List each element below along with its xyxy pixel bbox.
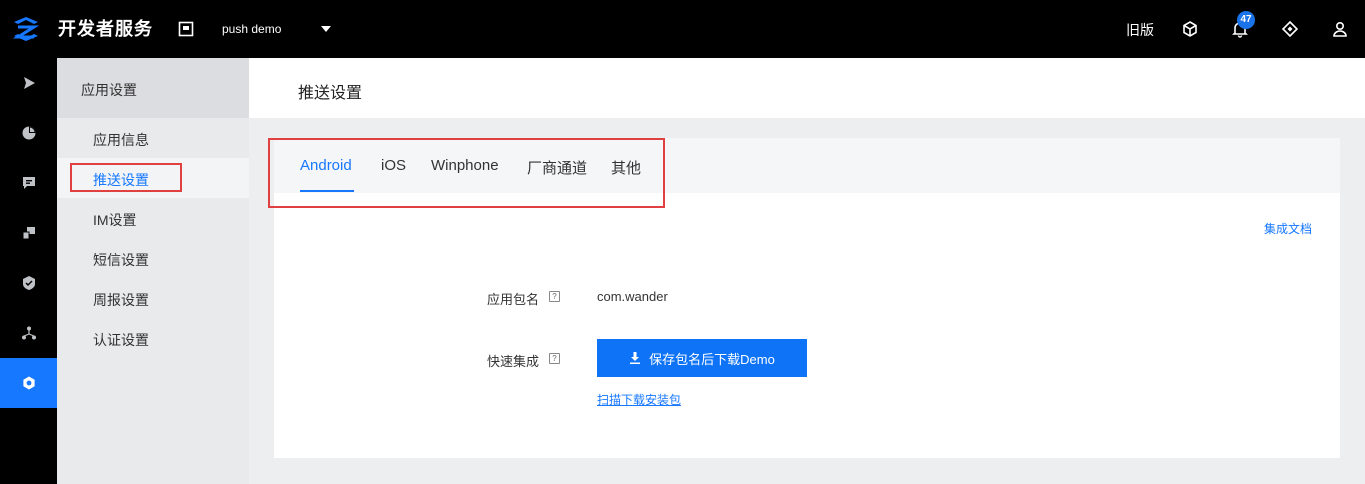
- sidebar-item-im-settings[interactable]: IM设置: [57, 198, 249, 238]
- sidebar-title: 应用设置: [81, 82, 137, 98]
- settings-sidebar: 应用设置 应用信息 推送设置 IM设置 短信设置 周报设置 认证设置: [57, 58, 249, 484]
- icon-rail: [0, 58, 57, 484]
- play-icon: [23, 77, 35, 89]
- caret-down-icon[interactable]: [320, 24, 332, 34]
- help-icon[interactable]: ?: [549, 353, 560, 364]
- rail-item-devices[interactable]: [0, 208, 57, 258]
- rail-item-message[interactable]: [0, 158, 57, 208]
- help-icon[interactable]: ?: [549, 291, 560, 302]
- sidebar-item-label: 周报设置: [93, 292, 149, 308]
- rail-item-stats[interactable]: [0, 108, 57, 158]
- rail-item-settings[interactable]: [0, 358, 57, 408]
- rail-item-play[interactable]: [0, 58, 57, 108]
- package-name-value: com.wander: [597, 289, 668, 304]
- app-selector[interactable]: push demo: [222, 22, 281, 36]
- quick-integration-label: 快速集成: [487, 354, 540, 369]
- scan-download-link[interactable]: 扫描下载安装包: [597, 391, 681, 408]
- download-icon: [630, 352, 641, 364]
- sidebar-item-sms-settings[interactable]: 短信设置: [57, 238, 249, 278]
- top-bar: 开发者服务 push demo 旧版 47: [0, 0, 1365, 58]
- download-demo-label: 保存包名后下载Demo: [649, 351, 775, 367]
- sidebar-item-weekly-report[interactable]: 周报设置: [57, 278, 249, 318]
- sidebar-item-label: 应用信息: [93, 132, 149, 148]
- sidebar-item-label: 短信设置: [93, 252, 149, 268]
- cube-icon[interactable]: [1181, 20, 1199, 38]
- integration-doc-link[interactable]: 集成文档: [1264, 220, 1312, 237]
- network-icon: [21, 326, 36, 340]
- old-version-link[interactable]: 旧版: [1126, 20, 1154, 40]
- sidebar-item-auth-settings[interactable]: 认证设置: [57, 318, 249, 358]
- message-icon: [22, 177, 35, 189]
- download-demo-button[interactable]: 保存包名后下载Demo: [597, 339, 807, 377]
- page-header: 推送设置: [249, 58, 1365, 118]
- shield-icon: [22, 276, 35, 290]
- package-name-label: 应用包名: [487, 292, 540, 307]
- app-icon: [178, 21, 194, 37]
- annotation-highlight-tabs: [268, 138, 665, 208]
- notification-badge: 47: [1237, 11, 1255, 29]
- rail-item-security[interactable]: [0, 258, 57, 308]
- settings-icon: [22, 376, 35, 390]
- annotation-highlight-sidebar: [70, 163, 182, 192]
- brand-title: 开发者服务: [58, 19, 153, 39]
- devices-icon: [22, 227, 35, 240]
- logo-icon[interactable]: [12, 16, 40, 42]
- sidebar-item-label: IM设置: [93, 212, 137, 228]
- rail-item-network[interactable]: [0, 308, 57, 358]
- user-icon[interactable]: [1331, 20, 1349, 38]
- page-title: 推送设置: [298, 85, 363, 102]
- sidebar-item-app-info[interactable]: 应用信息: [57, 118, 249, 158]
- sidebar-header: 应用设置: [57, 58, 249, 118]
- pie-chart-icon: [22, 126, 35, 140]
- diamond-icon[interactable]: [1281, 20, 1299, 38]
- sidebar-item-label: 认证设置: [93, 332, 149, 348]
